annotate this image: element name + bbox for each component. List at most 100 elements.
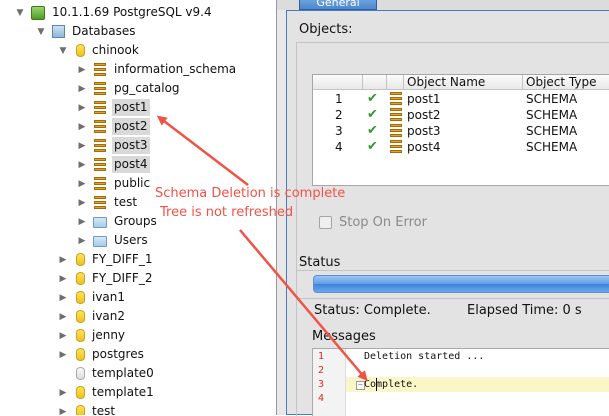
expand-down-icon[interactable]: ▼ <box>14 7 26 19</box>
database-icon <box>76 405 85 415</box>
tree-node-database[interactable]: ▶ test <box>57 402 117 415</box>
column-header-index[interactable] <box>313 75 363 90</box>
tree-node-schema[interactable]: ▶ pg_catalog <box>76 79 182 98</box>
tree-node-database[interactable]: ▶ jenny <box>57 326 127 345</box>
schema-icon <box>93 120 107 133</box>
schema-label: post4 <box>112 156 150 173</box>
tree-node-schema[interactable]: ▶ post1 <box>76 98 150 117</box>
expand-right-icon[interactable]: ▶ <box>76 159 88 171</box>
database-label: FY_DIFF_2 <box>92 271 153 285</box>
expand-right-icon[interactable]: ▶ <box>57 406 69 416</box>
schema-icon <box>93 196 107 209</box>
expand-right-icon[interactable]: ▶ <box>76 178 88 190</box>
tree-node-users[interactable]: ▶ Users <box>76 231 150 250</box>
elapsed-time-text: Elapsed Time: 0 s <box>467 303 582 318</box>
tree-node-database[interactable]: ▶ FY_DIFF_2 <box>57 269 154 288</box>
database-icon <box>76 310 85 323</box>
expand-right-icon[interactable]: ▶ <box>76 121 88 133</box>
tree-node-schema[interactable]: ▶ post3 <box>76 136 150 155</box>
schema-icon <box>389 140 403 156</box>
object-name: post1 <box>407 92 441 106</box>
schema-icon <box>389 92 403 108</box>
tree-node-groups[interactable]: ▶ Groups <box>76 212 159 231</box>
databases-icon <box>52 25 65 38</box>
column-header-icon[interactable] <box>387 75 404 90</box>
expand-right-icon[interactable]: ▶ <box>76 197 88 209</box>
check-icon: ✔ <box>367 91 378 106</box>
line-number: 2 <box>318 365 325 376</box>
expand-right-icon[interactable]: ▶ <box>57 330 69 342</box>
leaf-spacer <box>57 368 69 380</box>
column-header-object-name[interactable]: Object Name <box>404 75 523 90</box>
schema-label: test <box>114 195 138 209</box>
database-label: FY_DIFF_1 <box>92 252 153 266</box>
stop-on-error-checkbox[interactable] <box>319 216 332 229</box>
database-label: jenny <box>92 328 126 342</box>
objects-table[interactable]: Object Name Object Type 1 ✔ post1 SCHEMA… <box>312 74 609 186</box>
check-icon: ✔ <box>367 139 378 154</box>
tab-general[interactable]: General <box>299 0 377 10</box>
objects-label: Objects: <box>299 22 353 37</box>
tree-node-schema[interactable]: ▶ information_schema <box>76 60 238 79</box>
object-type: SCHEMA <box>526 108 578 122</box>
expand-right-icon[interactable]: ▶ <box>76 83 88 95</box>
tree-node-database[interactable]: ▶ template1 <box>57 383 156 402</box>
database-label: ivan2 <box>92 309 126 323</box>
expand-right-icon[interactable]: ▶ <box>76 102 88 114</box>
expand-right-icon[interactable]: ▶ <box>76 235 88 247</box>
folder-icon <box>93 217 107 228</box>
tree-node-database[interactable]: template0 <box>57 364 156 383</box>
schema-label: post1 <box>112 99 150 116</box>
expand-right-icon[interactable]: ▶ <box>57 273 69 285</box>
expand-right-icon[interactable]: ▶ <box>57 311 69 323</box>
schema-label: public <box>114 176 151 190</box>
tree-node-schema[interactable]: ▶ test <box>76 193 139 212</box>
tree-node-database[interactable]: ▶ postgres <box>57 345 146 364</box>
object-name: post2 <box>407 108 441 122</box>
tree-node-schema[interactable]: ▶ post4 <box>76 155 150 174</box>
tree-node-databases[interactable]: ▼ Databases <box>35 22 138 41</box>
database-icon <box>76 329 85 342</box>
expand-right-icon[interactable]: ▶ <box>76 64 88 76</box>
row-number: 2 <box>335 108 343 122</box>
expand-right-icon[interactable]: ▶ <box>57 387 69 399</box>
expand-right-icon[interactable]: ▶ <box>76 140 88 152</box>
server-icon <box>31 5 45 20</box>
tree-node-server[interactable]: ▼ 10.1.1.69 PostgreSQL v9.4 <box>14 3 214 22</box>
expand-down-icon[interactable]: ▼ <box>57 45 69 57</box>
annotation-line-2: Tree is not refreshed <box>160 205 294 220</box>
schema-label: post2 <box>112 118 150 135</box>
database-label: test <box>92 404 116 415</box>
expand-right-icon[interactable]: ▶ <box>76 216 88 228</box>
column-header-object-type[interactable]: Object Type <box>523 75 609 90</box>
schema-icon <box>389 108 403 124</box>
status-section-label: Status <box>299 255 341 270</box>
tree-node-database[interactable]: ▶ ivan1 <box>57 288 127 307</box>
row-number: 3 <box>335 124 343 138</box>
drop-objects-panel: General Objects: Object Name Object Type… <box>276 0 609 416</box>
database-label: template0 <box>92 366 154 380</box>
tree-node-database[interactable]: ▶ FY_DIFF_1 <box>57 250 154 269</box>
row-number: 4 <box>335 140 343 154</box>
progress-bar <box>313 275 609 293</box>
tree-node-schema[interactable]: ▶ post2 <box>76 117 150 136</box>
column-header-status[interactable] <box>363 75 387 90</box>
schema-icon <box>93 82 107 95</box>
table-row[interactable]: 2 ✔ post2 SCHEMA <box>313 107 609 123</box>
tree-node-schema[interactable]: ▶ public <box>76 174 152 193</box>
stop-on-error-label: Stop On Error <box>339 215 427 230</box>
object-type: SCHEMA <box>526 140 578 154</box>
expand-right-icon[interactable]: ▶ <box>57 292 69 304</box>
groups-label: Groups <box>114 214 157 228</box>
table-row[interactable]: 3 ✔ post3 SCHEMA <box>313 123 609 139</box>
tree-node-database[interactable]: ▶ ivan2 <box>57 307 127 326</box>
tab-strip: General <box>277 0 609 10</box>
text-caret <box>376 378 377 391</box>
expand-right-icon[interactable]: ▶ <box>57 254 69 266</box>
table-row[interactable]: 1 ✔ post1 SCHEMA <box>313 91 609 107</box>
expand-down-icon[interactable]: ▼ <box>35 26 47 38</box>
expand-right-icon[interactable]: ▶ <box>57 349 69 361</box>
messages-editor[interactable]: − 1 2 3 4 Deletion started ... Complete. <box>312 348 609 416</box>
table-row[interactable]: 4 ✔ post4 SCHEMA <box>313 139 609 155</box>
tree-node-chinook[interactable]: ▼ chinook <box>57 41 141 60</box>
